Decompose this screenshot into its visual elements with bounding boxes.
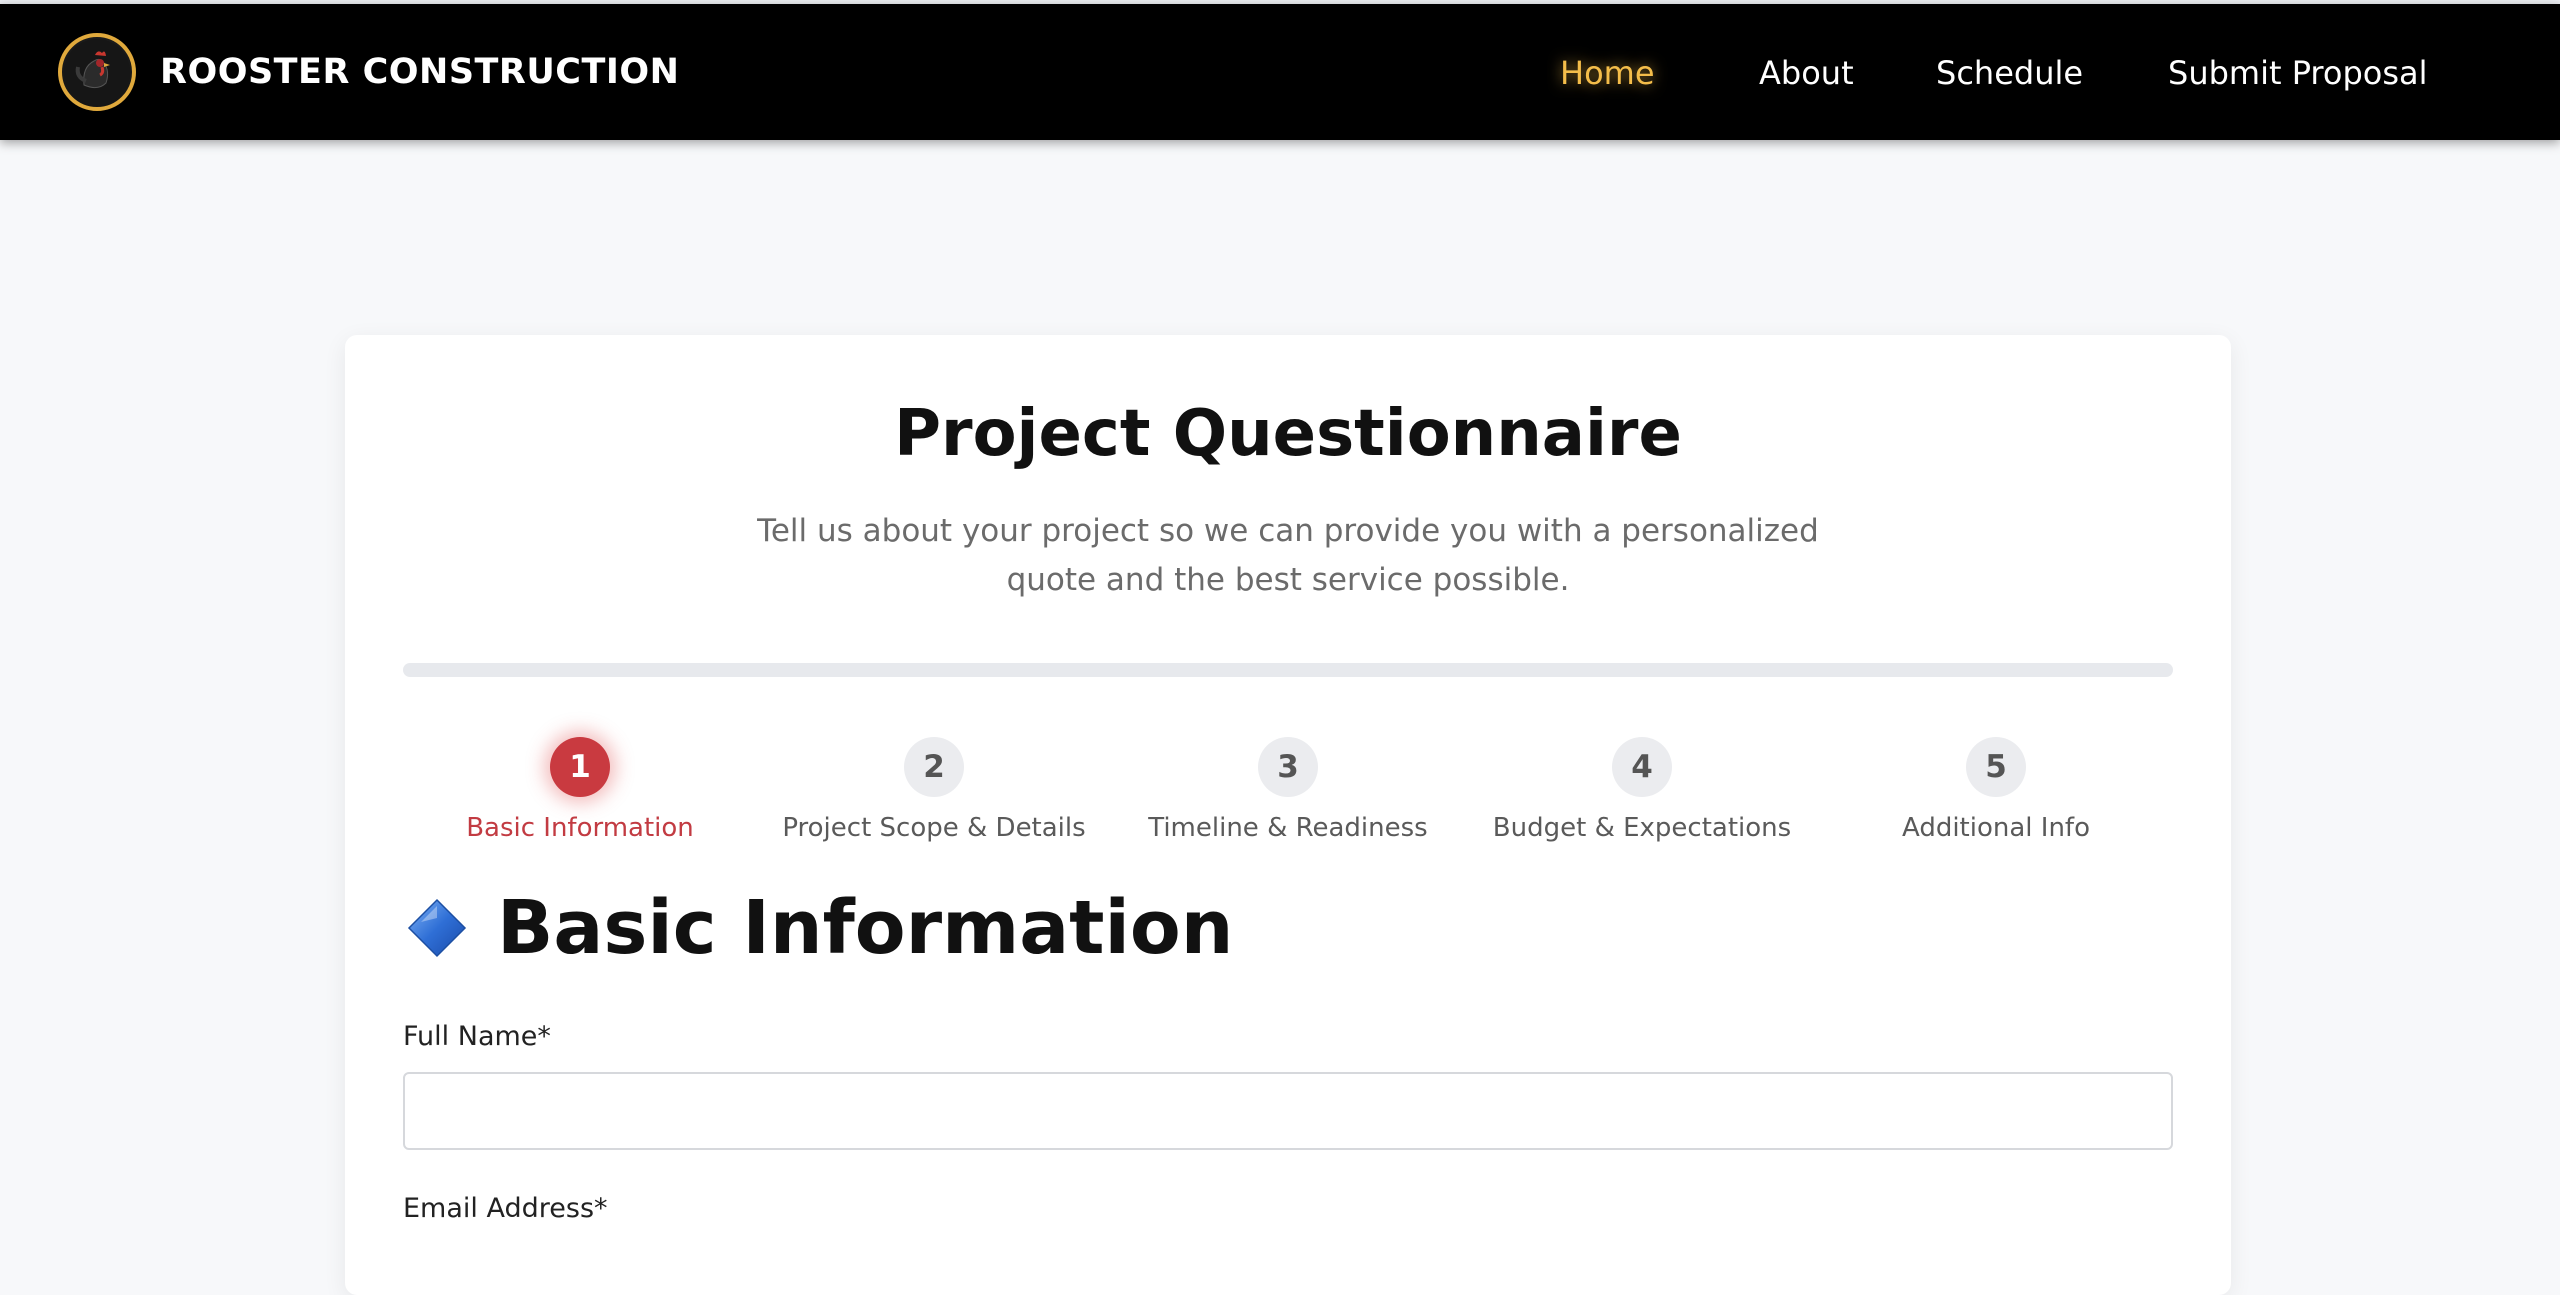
page-subtitle: Tell us about your project so we can pro… <box>757 513 1819 598</box>
section-title: Basic Information <box>497 885 1234 971</box>
progress-bar <box>403 663 2173 677</box>
section-heading: Basic Information <box>407 885 1233 971</box>
step-label: Additional Info <box>1902 813 2090 843</box>
site-header: ROOSTER CONSTRUCTION Home About Schedule… <box>0 4 2560 140</box>
questionnaire-card: Project Questionnaire Tell us about your… <box>345 335 2231 1295</box>
nav-schedule[interactable]: Schedule <box>1936 54 2083 92</box>
rooster-logo-icon <box>58 33 136 111</box>
nav-about[interactable]: About <box>1759 54 1854 92</box>
step-number: 3 <box>1258 737 1318 797</box>
nav-submit-proposal[interactable]: Submit Proposal <box>2168 54 2428 92</box>
step-indicator: 1 Basic Information 2 Project Scope & De… <box>403 737 2173 857</box>
brand[interactable]: ROOSTER CONSTRUCTION <box>58 33 679 111</box>
step-5[interactable]: 5 Additional Info <box>1819 737 2173 843</box>
brand-name: ROOSTER CONSTRUCTION <box>160 52 680 92</box>
step-3[interactable]: 3 Timeline & Readiness <box>1111 737 1465 843</box>
page-title: Project Questionnaire <box>894 397 1682 471</box>
step-number: 2 <box>904 737 964 797</box>
step-2[interactable]: 2 Project Scope & Details <box>757 737 1111 843</box>
blue-diamond-icon <box>407 898 467 958</box>
full-name-label: Full Name* <box>403 1021 551 1052</box>
step-4[interactable]: 4 Budget & Expectations <box>1465 737 1819 843</box>
step-label: Project Scope & Details <box>782 813 1086 843</box>
step-label: Budget & Expectations <box>1492 813 1792 843</box>
step-number: 4 <box>1612 737 1672 797</box>
step-number: 1 <box>550 737 610 797</box>
nav-home[interactable]: Home <box>1560 54 1655 92</box>
step-label: Timeline & Readiness <box>1148 813 1428 843</box>
email-label: Email Address* <box>403 1193 608 1224</box>
step-number: 5 <box>1966 737 2026 797</box>
full-name-input[interactable] <box>403 1072 2173 1150</box>
step-label: Basic Information <box>466 813 694 843</box>
step-1[interactable]: 1 Basic Information <box>403 737 757 843</box>
